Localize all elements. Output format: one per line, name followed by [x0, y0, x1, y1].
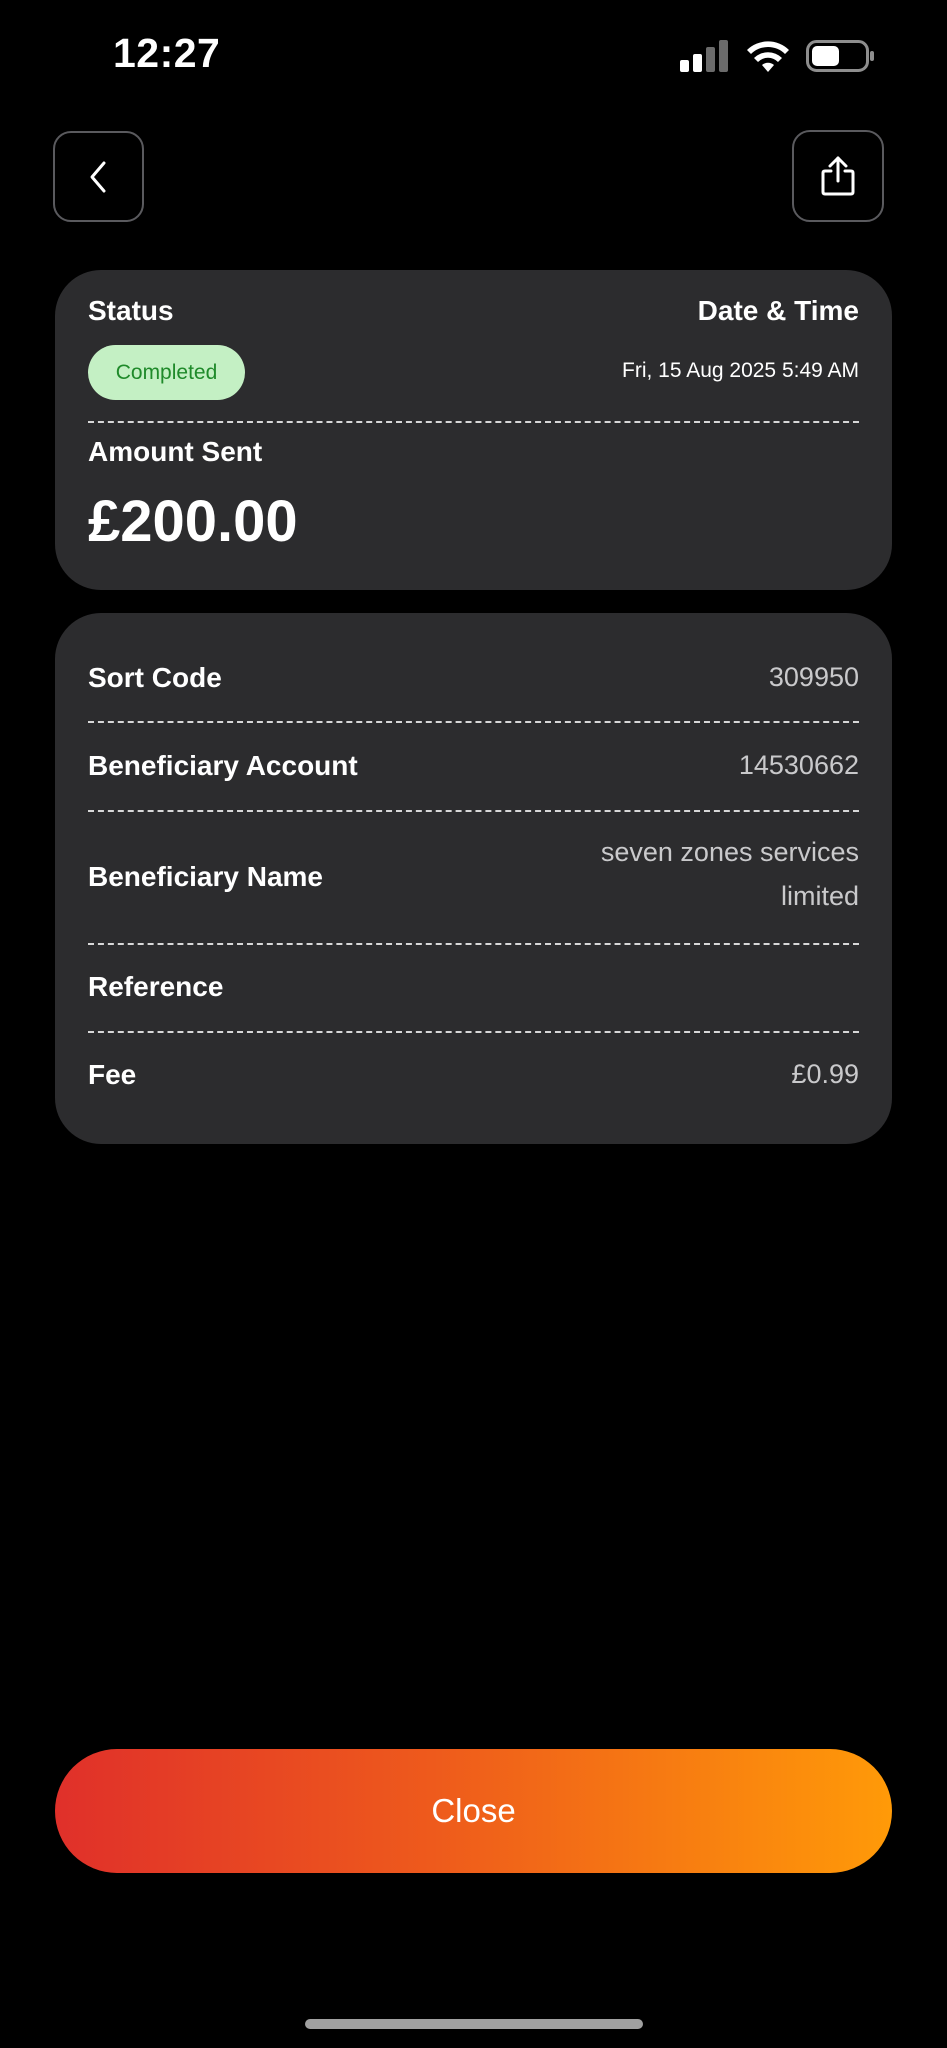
- divider: [88, 810, 859, 812]
- wifi-icon: [747, 41, 789, 72]
- fee-value: £0.99: [791, 1059, 859, 1089]
- back-button[interactable]: [53, 131, 144, 222]
- amount-value: £200.00: [88, 489, 298, 554]
- divider: [88, 421, 859, 423]
- beneficiary-name-line: limited: [780, 881, 859, 911]
- beneficiary-name-label: Beneficiary Name: [88, 861, 324, 892]
- summary-card: Status Date & Time Completed Fri, 15 Aug…: [55, 270, 892, 590]
- divider: [88, 1031, 859, 1033]
- reference-label: Reference: [88, 971, 224, 1002]
- status-badge: Completed: [88, 345, 245, 400]
- status-time: 12:27: [113, 30, 221, 76]
- home-indicator[interactable]: [305, 2019, 643, 2029]
- amount-label: Amount Sent: [88, 436, 263, 467]
- beneficiary-account-label: Beneficiary Account: [88, 750, 358, 781]
- divider: [88, 943, 859, 945]
- sort-code-label: Sort Code: [88, 662, 222, 693]
- transaction-details-screen: 12:27 Status Date & Time Completed Fri, …: [0, 0, 947, 2048]
- chevron-left-icon: [90, 161, 105, 192]
- status-label: Status: [88, 295, 174, 326]
- beneficiary-name-line: seven zones services: [600, 837, 859, 867]
- battery-icon: [806, 40, 874, 72]
- beneficiary-name-value: seven zones services limited: [601, 830, 859, 918]
- datetime-value: Fri, 15 Aug 2025 5:49 AM: [622, 359, 859, 382]
- divider: [88, 721, 859, 723]
- fee-label: Fee: [88, 1059, 137, 1090]
- share-button[interactable]: [792, 130, 884, 222]
- share-icon: [821, 156, 855, 196]
- status-bar: 12:27: [0, 0, 947, 110]
- sort-code-value: 309950: [768, 662, 859, 692]
- datetime-label: Date & Time: [697, 295, 859, 326]
- close-button[interactable]: Close: [55, 1749, 892, 1873]
- beneficiary-account-value: 14530662: [738, 750, 859, 780]
- details-card: Sort Code 309950 Beneficiary Account 145…: [55, 613, 892, 1144]
- cellular-signal-icon: [680, 40, 728, 72]
